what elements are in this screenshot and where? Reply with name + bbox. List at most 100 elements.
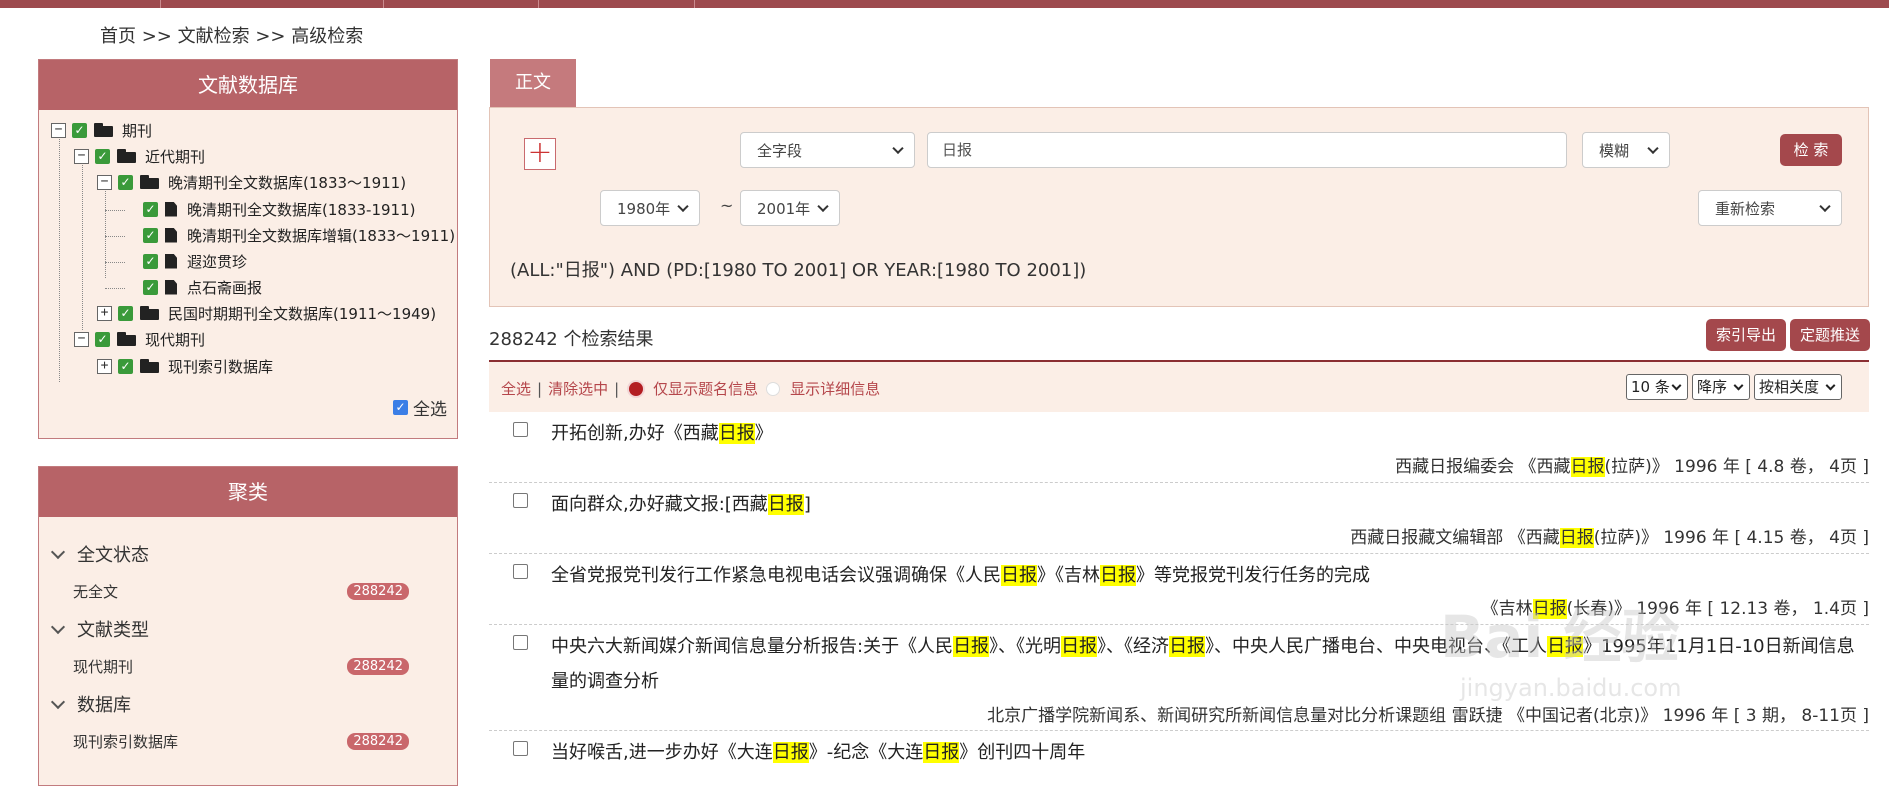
checkbox-checked-icon[interactable]: ✓ [143,279,158,295]
folder-icon [140,359,160,373]
cluster-group-database[interactable]: 数据库 [49,691,131,717]
year-from-select[interactable]: 1980年 [600,190,700,226]
result-item: 面向群众,办好藏文报:[西藏日报] 西藏日报藏文编辑部 《西藏日报(拉萨)》 1… [489,483,1869,554]
cluster-item-modern-journal[interactable]: 现代期刊 288242 [73,656,449,677]
sort-by-value: 按相关度 [1759,378,1820,396]
match-mode-select[interactable]: 模糊 [1582,132,1670,168]
result-checkbox[interactable] [513,493,528,508]
radio-unselected-icon[interactable] [766,381,781,396]
folder-open-icon [94,123,114,137]
sort-by-select[interactable]: 按相关度 [1754,374,1842,400]
folder-open-icon [140,175,160,189]
search-form: + 全字段 日报 模糊 检 索 1980年 ~ 2001年 重新检索 (ALL:… [489,107,1869,307]
checkbox-checked-icon[interactable]: ✓ [143,227,158,243]
tree-node-xiaerguanzhen[interactable]: ✓ 遐迩贯珍 [143,249,247,273]
checkbox-checked-icon[interactable]: ✓ [118,358,133,374]
tree-node-xiandai[interactable]: − ✓ 现代期刊 [74,327,205,351]
folder-open-icon [117,332,137,346]
database-panel-title: 文献数据库 [39,60,457,110]
watermark-main: Bai 经验 [1440,603,1680,671]
result-meta: 西藏日报编委会 《西藏日报(拉萨)》 1996 年 [ 4.8 卷， 4页 ] [1395,457,1869,477]
tree-node-minguo[interactable]: + ✓ 民国时期期刊全文数据库(1911～1949) [97,301,436,325]
tree-node-wanqing-full[interactable]: ✓ 晚清期刊全文数据库(1833-1911) [143,197,415,221]
file-icon [165,201,177,217]
result-count: 288242 个检索结果 [489,325,653,351]
tree-node-label: 期刊 [122,121,153,140]
radio-selected-icon[interactable] [629,381,644,396]
tab-zhengwen[interactable]: 正文 [490,59,576,107]
page-size-select[interactable]: 10 条 [1626,374,1688,400]
collapse-icon[interactable]: − [97,174,112,190]
chevron-down-icon [817,200,829,213]
chevron-down-icon [1825,380,1836,391]
tree-node-label: 现刊索引数据库 [168,357,274,376]
export-index-button[interactable]: 索引导出 [1706,319,1786,351]
select-all-databases[interactable]: ✓ 全选 [393,395,447,420]
query-expression: (ALL:"日报") AND (PD:[1980 TO 2001] OR YEA… [510,260,1087,281]
clear-selection-link[interactable]: 清除选中 [548,378,608,399]
detail-option[interactable]: 显示详细信息 [790,378,880,399]
order-select[interactable]: 降序 [1692,374,1750,400]
result-item: 当好喉舌,进一步办好《大连日报》-纪念《大连日报》创刊四十周年 [489,731,1869,771]
expand-icon[interactable]: + [97,305,112,321]
tree-node-dianshizhai[interactable]: ✓ 点石斋画报 [143,275,262,299]
tree-node-xiankan-index[interactable]: + ✓ 现刊索引数据库 [97,354,273,378]
result-count-number: 288242 [489,329,558,350]
cluster-item-no-fulltext[interactable]: 无全文 288242 [73,581,449,602]
checkbox-checked-icon[interactable]: ✓ [143,253,158,269]
range-separator: ~ [720,196,734,215]
nav-separator [160,0,161,8]
result-title-link[interactable]: 开拓创新,办好《西藏日报》 [551,416,773,451]
database-panel: 文献数据库 − ✓ 期刊 − ✓ 近代期刊 − ✓ 晚清期刊全文数据库(1833… [38,59,458,439]
result-count-suffix: 个检索结果 [563,329,654,350]
result-item: 开拓创新,办好《西藏日报》 西藏日报编委会 《西藏日报(拉萨)》 1996 年 … [489,412,1869,483]
keyword-input[interactable]: 日报 [927,132,1567,168]
field-select[interactable]: 全字段 [740,132,915,168]
tree-node-label: 晚清期刊全文数据库(1833-1911) [187,200,416,219]
result-title-link[interactable]: 面向群众,办好藏文报:[西藏日报] [551,487,811,522]
chevron-down-icon [1819,200,1831,213]
chevron-down-icon [50,619,66,634]
chevron-down-icon [50,694,66,709]
checkbox-checked-icon[interactable]: ✓ [95,331,110,347]
checkbox-checked-icon[interactable]: ✓ [95,148,110,164]
title-only-option[interactable]: 仅显示题名信息 [653,378,758,399]
cluster-group-fulltext-status[interactable]: 全文状态 [49,541,149,567]
collapse-icon[interactable]: − [74,148,89,164]
year-to-select[interactable]: 2001年 [740,190,840,226]
checkbox-checked-icon[interactable]: ✓ [143,201,158,217]
tree-node-jindai[interactable]: − ✓ 近代期刊 [74,144,205,168]
add-condition-button[interactable]: + [524,138,556,170]
tree-node-qikan[interactable]: − ✓ 期刊 [51,118,152,142]
cluster-item-label: 现代期刊 [73,658,134,676]
result-checkbox[interactable] [513,564,528,579]
tree-node-wanqing-supplement[interactable]: ✓ 晚清期刊全文数据库增辑(1833～1911) [143,223,455,247]
checkbox-checked-icon[interactable]: ✓ [393,400,408,415]
checkbox-checked-icon[interactable]: ✓ [118,305,133,321]
refine-select[interactable]: 重新检索 [1698,190,1842,226]
cluster-item-index-db[interactable]: 现刊索引数据库 288242 [73,731,449,752]
cluster-group-doc-type[interactable]: 文献类型 [49,616,149,642]
result-checkbox[interactable] [513,635,528,650]
checkbox-checked-icon[interactable]: ✓ [118,174,133,190]
tree-node-label: 晚清期刊全文数据库(1833～1911) [168,173,407,192]
collapse-icon[interactable]: − [51,122,66,138]
result-title-link[interactable]: 全省党报党刊发行工作紧急电视电话会议强调确保《人民日报》《吉林日报》等党报党刊发… [551,558,1370,593]
tree-node-wanqing[interactable]: − ✓ 晚清期刊全文数据库(1833～1911) [97,170,406,194]
chevron-down-icon [1733,380,1744,391]
collapse-icon[interactable]: − [74,331,89,347]
expand-icon[interactable]: + [97,358,112,374]
search-button[interactable]: 检 索 [1780,134,1842,166]
select-all-link[interactable]: 全选 [501,378,531,399]
result-title-link[interactable]: 当好喉舌,进一步办好《大连日报》-纪念《大连日报》创刊四十周年 [551,735,1085,770]
result-checkbox[interactable] [513,422,528,437]
count-badge: 288242 [347,658,409,675]
order-value: 降序 [1697,378,1728,396]
breadcrumb[interactable]: 首页 >> 文献检索 >> 高级检索 [100,22,363,48]
tree-node-label: 晚清期刊全文数据库增辑(1833～1911) [187,226,456,245]
chevron-down-icon [1647,142,1659,155]
count-badge: 288242 [347,583,409,600]
topic-push-button[interactable]: 定题推送 [1790,319,1870,351]
result-checkbox[interactable] [513,741,528,756]
checkbox-checked-icon[interactable]: ✓ [72,122,87,138]
